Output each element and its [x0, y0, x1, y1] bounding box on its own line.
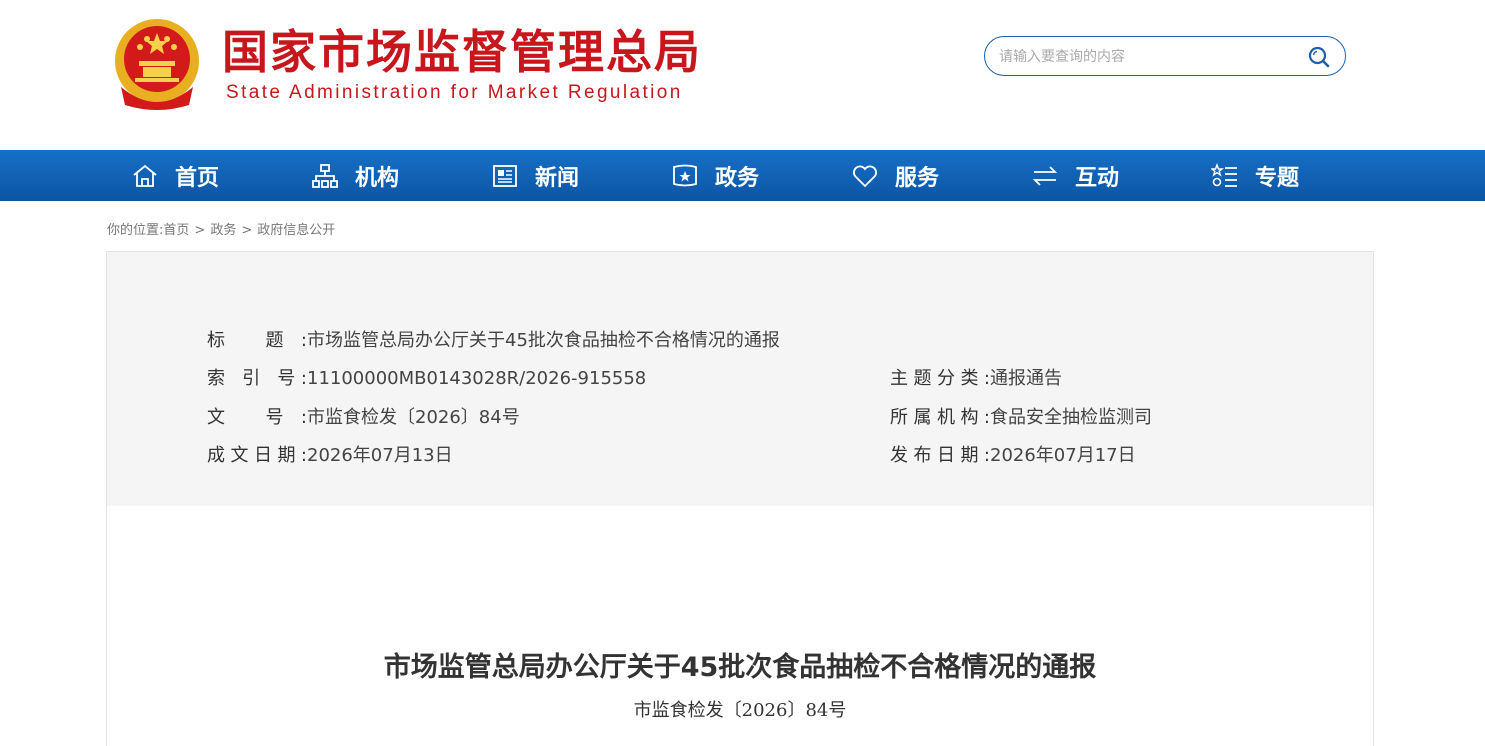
badge-icon: [673, 164, 697, 186]
nav-item-topics[interactable]: 专题: [1211, 150, 1299, 201]
nav-item-news[interactable]: 新闻: [491, 150, 579, 201]
meta-index-value: 11100000MB0143028R/2026-915558: [307, 368, 647, 389]
meta-created-row: 成文日期:2026年07月13日: [207, 444, 453, 468]
meta-index-row: 索 引 号:11100000MB0143028R/2026-915558: [207, 367, 646, 391]
exchange-icon: [1032, 165, 1058, 186]
breadcrumb-link-home[interactable]: 首页: [163, 223, 189, 238]
search-input[interactable]: [997, 45, 1301, 69]
breadcrumb-separator: >: [241, 223, 253, 238]
meta-org-value: 食品安全抽检监测司: [990, 407, 1152, 428]
document-title: 市场监管总局办公厅关于45批次食品抽检不合格情况的通报: [383, 652, 1097, 683]
search-icon[interactable]: [1307, 45, 1331, 69]
meta-topic-value: 通报通告: [990, 368, 1062, 389]
newspaper-icon: [493, 164, 517, 187]
meta-title-label: 标 题:: [207, 330, 307, 351]
main-nav: 首页 机构 新闻 政务 服务 互动 专题: [0, 150, 1485, 201]
meta-org-label: 所属机构:: [890, 407, 990, 428]
meta-published-label: 发布日期:: [890, 445, 990, 466]
document-number: 市监食检发〔2026〕84号: [633, 700, 847, 721]
breadcrumb-link-information-disclosure[interactable]: 政府信息公开: [257, 223, 335, 238]
meta-published-row: 发布日期:2026年07月17日: [890, 444, 1136, 468]
nav-label: 服务: [895, 165, 940, 191]
meta-docno-label: 文 号:: [207, 407, 307, 428]
nav-item-home[interactable]: 首页: [131, 150, 219, 201]
nav-label: 互动: [1075, 165, 1120, 191]
meta-index-label: 索 引 号:: [207, 368, 307, 389]
meta-title-row: 标 题:市场监管总局办公厅关于45批次食品抽检不合格情况的通报: [207, 329, 780, 353]
meta-docno-value: 市监食检发〔2026〕84号: [307, 407, 520, 428]
meta-org-row: 所属机构:食品安全抽检监测司: [890, 406, 1152, 430]
meta-created-value: 2026年07月13日: [307, 445, 453, 466]
nav-label: 专题: [1255, 165, 1300, 191]
meta-published-value: 2026年07月17日: [990, 445, 1136, 466]
site-title: 国家市场监督管理总局: [222, 25, 702, 79]
nav-label: 新闻: [535, 165, 580, 191]
meta-title-value: 市场监管总局办公厅关于45批次食品抽检不合格情况的通报: [307, 330, 780, 351]
breadcrumb: 你的位置:首页 > 政务 > 政府信息公开: [107, 219, 335, 238]
list-icon: [1211, 162, 1237, 187]
nav-label: 政务: [715, 165, 760, 191]
site-header: 国家市场监督管理总局 State Administration for Mark…: [0, 0, 1485, 150]
search-box: [984, 36, 1346, 76]
home-icon: [133, 164, 157, 187]
meta-topic-label: 主题分类:: [890, 368, 990, 389]
org-chart-icon: [312, 163, 338, 188]
nav-item-government-affairs[interactable]: 政务: [671, 150, 759, 201]
heart-icon: [853, 165, 877, 187]
breadcrumb-link-government-affairs[interactable]: 政务: [210, 223, 236, 238]
meta-topic-row: 主题分类:通报通告: [890, 367, 1062, 391]
nav-item-interaction[interactable]: 互动: [1031, 150, 1119, 201]
meta-docno-row: 文 号:市监食检发〔2026〕84号: [207, 406, 520, 430]
nav-item-organization[interactable]: 机构: [311, 150, 399, 201]
breadcrumb-prefix: 你的位置:: [107, 223, 164, 238]
nav-label: 机构: [355, 165, 400, 191]
national-emblem-icon[interactable]: [111, 17, 203, 113]
meta-created-label: 成文日期:: [207, 445, 307, 466]
nav-item-services[interactable]: 服务: [851, 150, 939, 201]
nav-label: 首页: [175, 165, 220, 191]
site-subtitle: State Administration for Market Regulati…: [226, 82, 683, 103]
breadcrumb-separator: >: [194, 223, 206, 238]
